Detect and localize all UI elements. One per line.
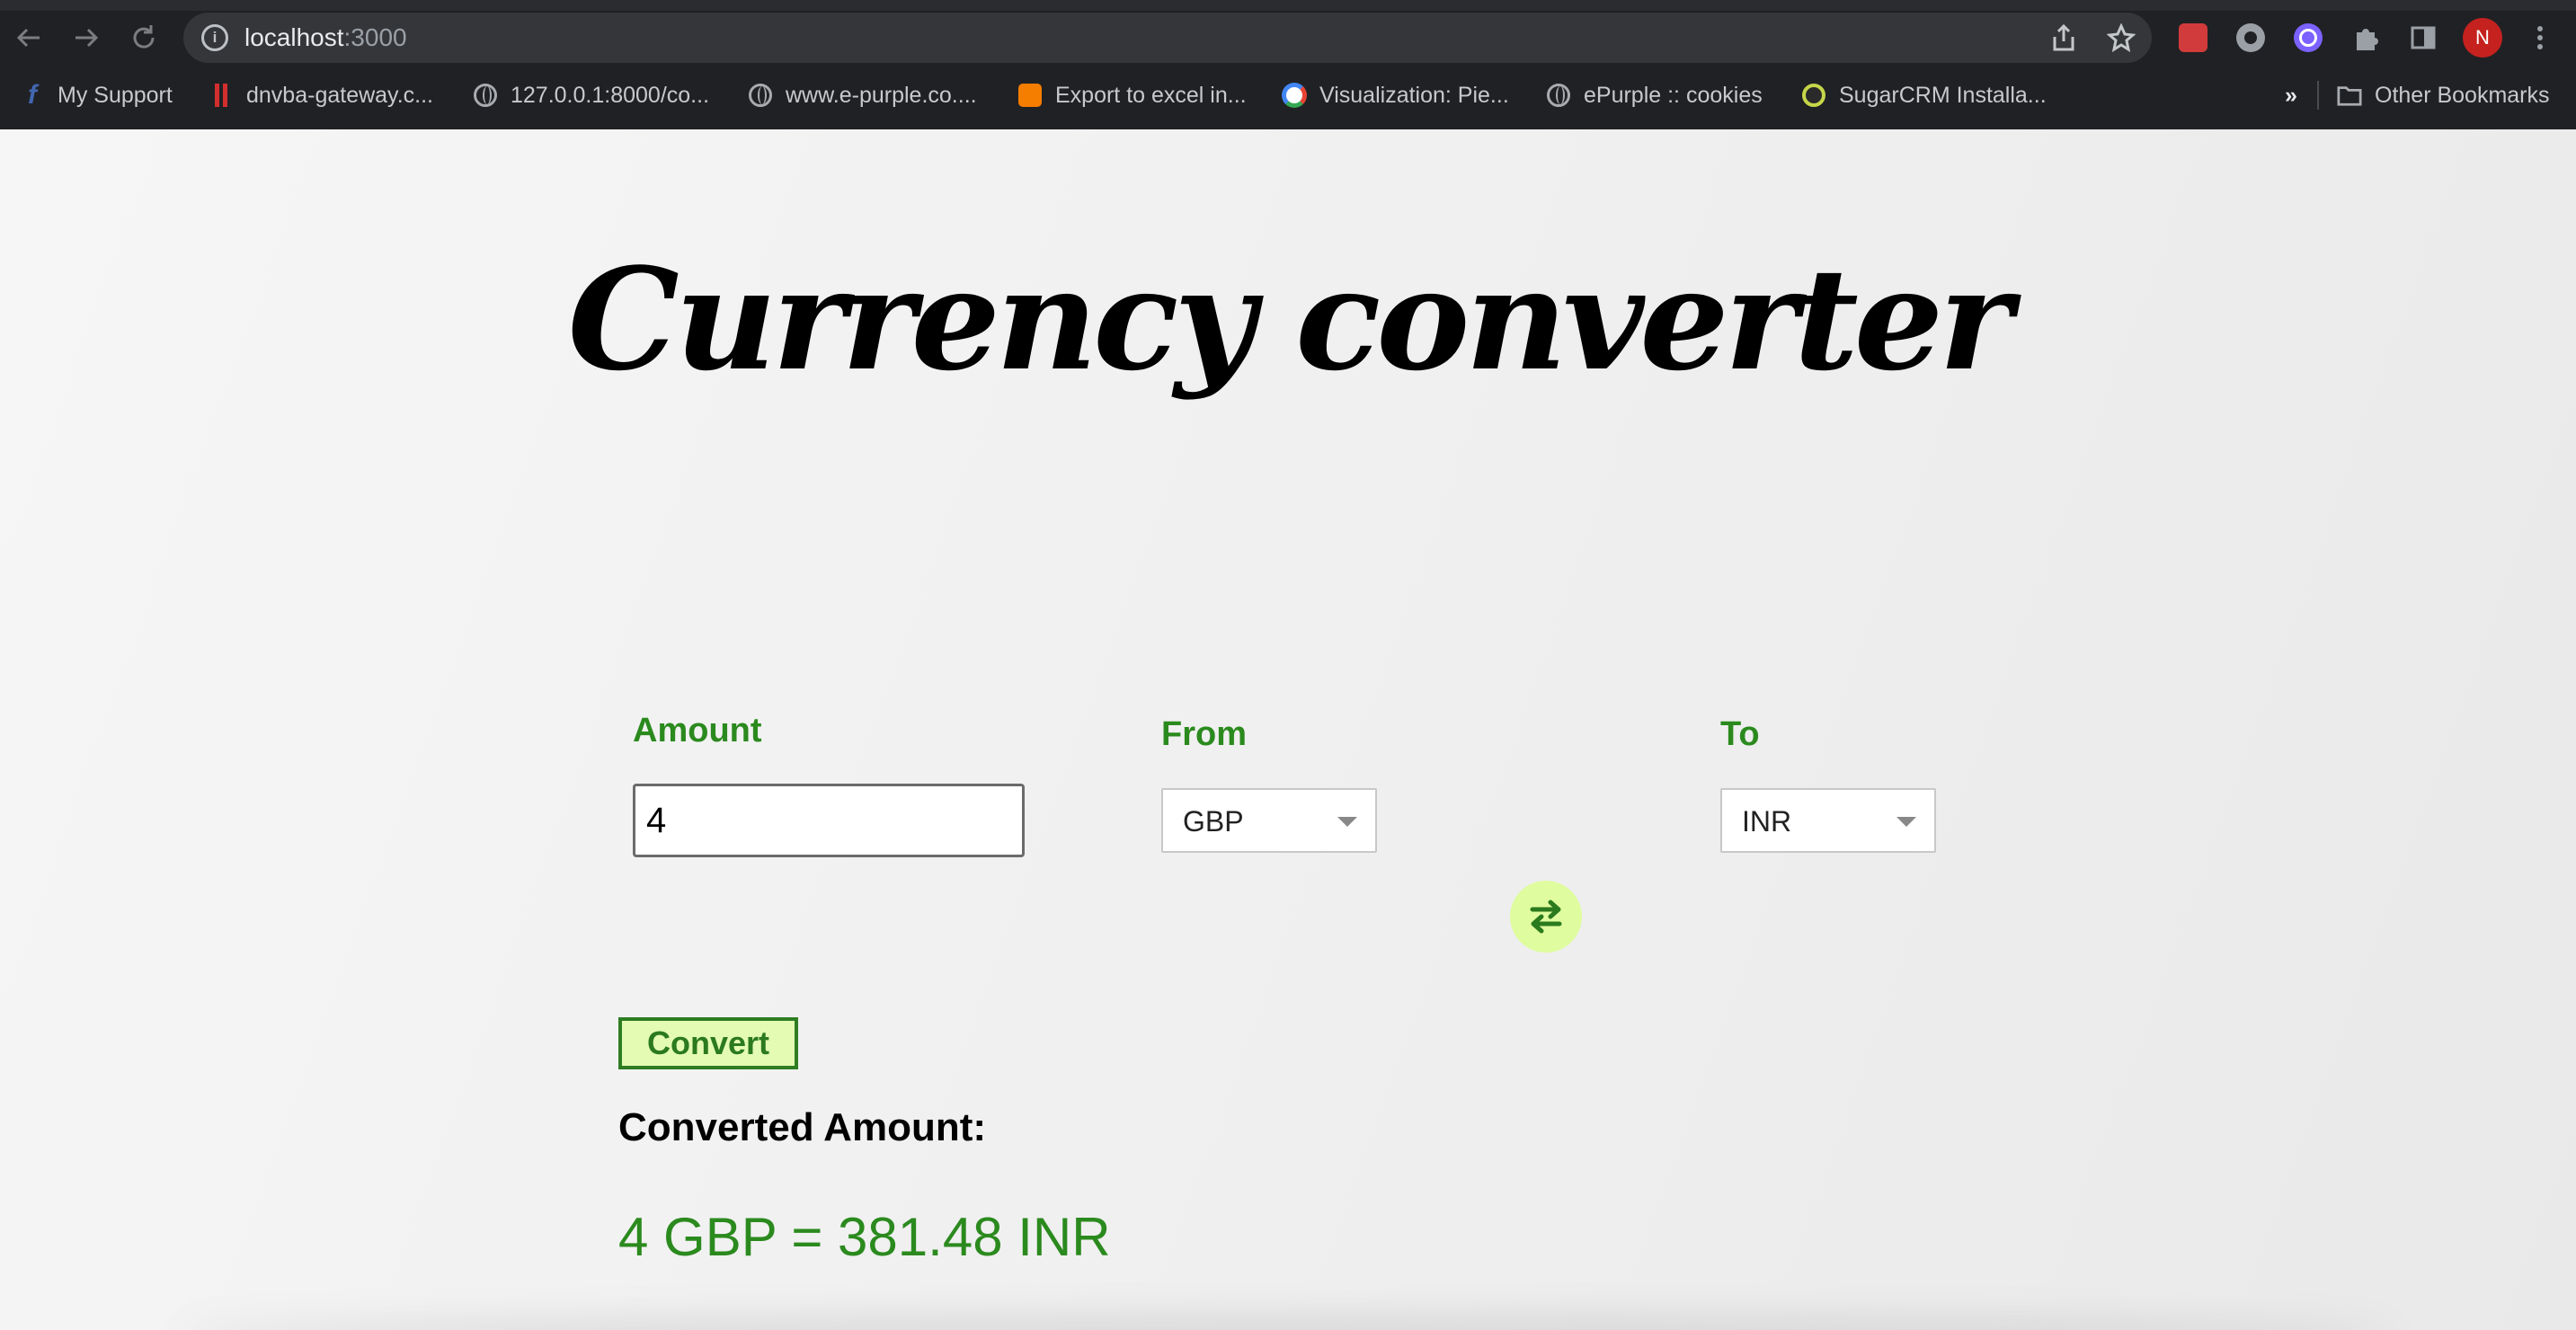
more-bookmarks-label: »: [2285, 82, 2297, 108]
globe-icon: [748, 83, 773, 108]
from-currency-value: GBP: [1183, 805, 1244, 838]
swap-currencies-button[interactable]: [1510, 881, 1582, 953]
page-content: Currency converter Amount From GBP To IN…: [0, 129, 2576, 1330]
bookmark-label: SugarCRM Installa...: [1839, 82, 2047, 108]
chevron-down-icon: [1337, 817, 1357, 827]
other-bookmarks-folder[interactable]: Other Bookmarks: [2337, 75, 2550, 115]
bookmark-label: www.e-purple.co....: [786, 82, 977, 108]
share-icon[interactable]: [2047, 22, 2080, 54]
extension-block-icon[interactable]: [2290, 20, 2326, 56]
address-bar[interactable]: i localhost:3000: [183, 13, 2152, 63]
from-currency-select[interactable]: GBP: [1161, 788, 1377, 853]
other-bookmarks-label: Other Bookmarks: [2375, 82, 2550, 108]
side-panel-icon[interactable]: [2405, 20, 2441, 56]
bookmark-star-icon[interactable]: [2105, 22, 2137, 54]
forward-arrow-icon[interactable]: [67, 18, 106, 58]
tab-strip: [0, 0, 2576, 11]
bookmark-item[interactable]: SugarCRM Installa...: [1801, 75, 2047, 115]
swap-arrows-icon: [1530, 900, 1562, 934]
bookmarks-bar: f My Support dnvba-gateway.c... 127.0.0.…: [0, 75, 2576, 129]
blogger-icon: [1017, 83, 1043, 108]
bookmark-item[interactable]: f My Support: [20, 75, 173, 115]
bookmark-label: dnvba-gateway.c...: [246, 82, 433, 108]
globe-icon: [1546, 83, 1571, 108]
to-currency-value: INR: [1742, 805, 1792, 838]
bookmark-item[interactable]: ePurple :: cookies: [1546, 75, 1763, 115]
amount-label: Amount: [633, 712, 762, 749]
bookmark-label: Export to excel in...: [1055, 82, 1247, 108]
bookmark-item[interactable]: Visualization: Pie...: [1282, 75, 1509, 115]
page-title: Currency converter: [567, 237, 2013, 402]
bookmark-item[interactable]: 127.0.0.1:8000/co...: [473, 75, 709, 115]
extensions-puzzle-icon[interactable]: [2348, 20, 2384, 56]
conversion-result: 4 GBP = 381.48 INR: [618, 1207, 1111, 1267]
kebab-menu-icon[interactable]: [2522, 20, 2558, 56]
google-dev-icon: [1282, 83, 1307, 108]
site-info-icon[interactable]: i: [201, 24, 228, 51]
from-label: From: [1161, 715, 1247, 753]
to-currency-select[interactable]: INR: [1720, 788, 1936, 853]
extension-circle-icon[interactable]: [2233, 20, 2269, 56]
convert-button[interactable]: Convert: [618, 1017, 798, 1069]
browser-chrome: i localhost:3000 N f My Support dnvba-ga…: [0, 0, 2576, 129]
red-bars-icon: [209, 83, 234, 108]
amount-input[interactable]: [633, 784, 1025, 857]
globe-icon: [473, 83, 498, 108]
profile-avatar[interactable]: N: [2463, 18, 2502, 58]
bookmark-label: Visualization: Pie...: [1319, 82, 1509, 108]
folder-icon: [2337, 83, 2362, 108]
sugarcrm-icon: [1801, 83, 1826, 108]
url-text[interactable]: localhost:3000: [244, 23, 407, 52]
avatar-initial: N: [2475, 26, 2490, 49]
extension-red-icon[interactable]: [2175, 20, 2211, 56]
reload-icon[interactable]: [124, 18, 164, 58]
bookmark-label: ePurple :: cookies: [1584, 82, 1763, 108]
bottom-shadow: [180, 1321, 2396, 1330]
converted-amount-heading: Converted Amount:: [618, 1105, 987, 1149]
bookmark-label: My Support: [58, 82, 173, 108]
bookmark-item[interactable]: www.e-purple.co....: [748, 75, 977, 115]
back-arrow-icon[interactable]: [9, 18, 49, 58]
bookmark-item[interactable]: Export to excel in...: [1017, 75, 1247, 115]
more-bookmarks-button[interactable]: »: [2285, 75, 2297, 115]
chevron-down-icon: [1896, 817, 1916, 827]
bookmark-item[interactable]: dnvba-gateway.c...: [209, 75, 433, 115]
bookmark-label: 127.0.0.1:8000/co...: [511, 82, 710, 108]
bookmarks-divider: [2317, 81, 2319, 110]
to-label: To: [1720, 715, 1760, 753]
facebook-icon: f: [28, 80, 37, 110]
